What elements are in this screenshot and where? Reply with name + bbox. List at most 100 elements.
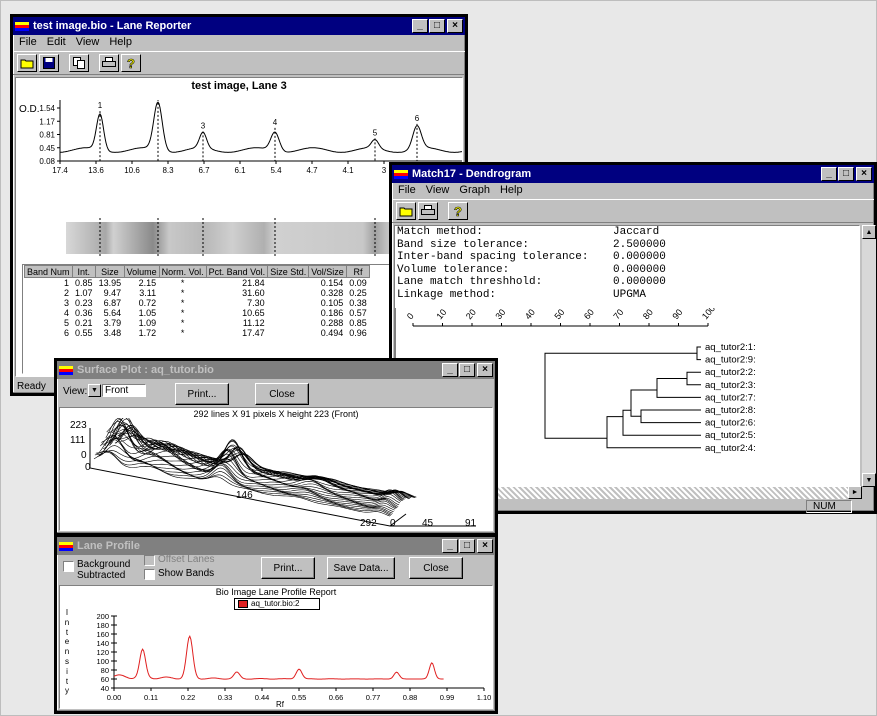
minimize-icon[interactable]: _	[442, 363, 458, 377]
table-cell: 0.21	[75, 318, 93, 328]
menu-help[interactable]: Help	[500, 184, 523, 198]
dendrogram-branch	[656, 378, 701, 398]
lane-profile-titlebar[interactable]: Lane Profile _ □ ×	[57, 537, 495, 555]
table-cell: 5	[64, 318, 70, 328]
maximize-icon[interactable]: □	[459, 539, 475, 553]
column-header[interactable]: Volume	[123, 265, 160, 278]
menu-file[interactable]: File	[398, 184, 416, 198]
scale-tick-label: 80	[641, 308, 655, 321]
scale-tick-label: 0	[405, 311, 416, 321]
column-header[interactable]: Vol/Size	[308, 265, 347, 278]
table-cell: 7.30	[247, 298, 265, 308]
minimize-icon[interactable]: _	[821, 167, 837, 181]
band-table: Band Num Int. Size Volume Norm. Vol. Pct. Ban…	[24, 265, 371, 338]
scroll-up-icon[interactable]: ▲	[862, 225, 876, 239]
column-header[interactable]: Pct. Band Vol.	[205, 265, 269, 278]
close-button[interactable]: Close	[255, 383, 309, 405]
column-header[interactable]: Rf	[345, 265, 371, 278]
column-header[interactable]: Size	[95, 265, 125, 278]
maximize-icon[interactable]: □	[429, 19, 445, 33]
background-subtracted-label: Background Subtracted	[77, 559, 131, 581]
view-dropdown-icon[interactable]: ▼	[88, 384, 101, 397]
print-icon[interactable]	[418, 202, 438, 220]
column-header[interactable]: Size Std.	[267, 265, 310, 278]
parameter-value: 0.000000	[613, 276, 666, 289]
table-cell: 0.105	[320, 298, 344, 308]
svg-text:?: ?	[127, 56, 135, 70]
table-row: 2 1.07 9.47 3.11 * 31.60 0.328 0.25	[25, 288, 370, 298]
lane-reporter-titlebar[interactable]: test image.bio - Lane Reporter _ □ ×	[13, 17, 465, 35]
profile-x-tick-label: 0.00	[107, 693, 122, 702]
minimize-icon[interactable]: _	[412, 19, 428, 33]
surface-plot-area: 292 lines X 91 pixels X height 223 (Fron…	[59, 407, 493, 531]
copy-icon[interactable]	[69, 54, 89, 72]
close-icon[interactable]: ×	[477, 539, 493, 553]
maximize-icon[interactable]: □	[459, 363, 475, 377]
column-header[interactable]: Band Num	[24, 265, 73, 278]
surface-line	[110, 418, 407, 498]
save-data-button[interactable]: Save Data...	[327, 557, 395, 579]
surface-plot-graphic	[89, 418, 476, 527]
menu-bar: File Edit View Help	[13, 35, 465, 51]
open-folder-icon[interactable]	[396, 202, 416, 220]
minimize-icon[interactable]: _	[442, 539, 458, 553]
table-cell: 3.48	[103, 328, 122, 338]
surface-line	[101, 436, 398, 508]
menu-file[interactable]: File	[19, 36, 37, 50]
show-bands-label: Show Bands	[158, 568, 215, 579]
help-icon[interactable]: ?	[448, 202, 468, 220]
surface-plot-window[interactable]: Surface Plot : aq_tutor.bio _ □ × View: …	[54, 358, 498, 536]
maximize-icon[interactable]: □	[838, 167, 854, 181]
table-cell	[268, 318, 309, 328]
leaf-label: aq_tutor2:4:	[705, 443, 756, 454]
column-header[interactable]: Int.	[71, 265, 97, 278]
parameter-row: Linkage method: UPGMA	[397, 289, 666, 302]
background-subtracted-checkbox[interactable]	[63, 561, 74, 572]
menu-view[interactable]: View	[426, 184, 450, 198]
profile-y-tick-label: 80	[101, 666, 109, 675]
close-icon[interactable]: ×	[477, 363, 493, 377]
print-icon[interactable]	[99, 54, 119, 72]
profile-x-tick-label: 0.22	[181, 693, 196, 702]
show-bands-checkbox[interactable]	[144, 569, 155, 580]
surface-plot-titlebar[interactable]: Surface Plot : aq_tutor.bio _ □ ×	[57, 361, 495, 379]
table-cell: 0.25	[349, 288, 367, 298]
table-cell: 0.36	[75, 308, 93, 318]
y-tick-label: 0.08	[39, 157, 55, 166]
open-folder-icon[interactable]	[17, 54, 37, 72]
dendrogram-titlebar[interactable]: Match17 - Dendrogram _ □ ×	[392, 165, 874, 183]
close-icon[interactable]: ×	[447, 19, 463, 33]
menu-view[interactable]: View	[76, 36, 100, 50]
table-cell: 5.64	[103, 308, 122, 318]
view-field[interactable]: Front	[102, 384, 146, 397]
profile-y-tick-label: 100	[96, 657, 109, 666]
print-button[interactable]: Print...	[261, 557, 315, 579]
table-row: 5 0.21 3.79 1.09 * 11.12 0.288 0.85	[25, 318, 370, 328]
close-button[interactable]: Close	[409, 557, 463, 579]
table-row: 4 0.36 5.64 1.05 * 10.65 0.186 0.57	[25, 308, 370, 318]
table-cell: 9.47	[103, 288, 122, 298]
menu-help[interactable]: Help	[109, 36, 132, 50]
surface-depth-axis	[389, 513, 407, 527]
table-cell: 3.79	[103, 318, 122, 328]
table-cell: 1	[64, 278, 70, 288]
x-tick-label: 10.6	[124, 166, 140, 175]
close-icon[interactable]: ×	[856, 167, 872, 181]
scroll-down-icon[interactable]: ▼	[862, 473, 876, 487]
menu-graph[interactable]: Graph	[459, 184, 490, 198]
save-disk-icon[interactable]	[39, 54, 59, 72]
scroll-right-icon[interactable]: ►	[848, 486, 862, 499]
scale-tick-label: 10	[434, 308, 448, 321]
column-header[interactable]: Norm. Vol.	[158, 265, 207, 278]
parameter-label: Volume tolerance:	[397, 263, 510, 276]
parameter-label: Band size tolerance:	[397, 238, 530, 251]
print-button[interactable]: Print...	[175, 383, 229, 405]
menu-edit[interactable]: Edit	[47, 36, 66, 50]
lane-profile-window[interactable]: Lane Profile _ □ × Background Subtracted…	[54, 534, 498, 714]
table-cell: *	[180, 288, 185, 298]
parameter-label: Lane match threshhold:	[397, 276, 543, 289]
table-cell: 0.85	[75, 278, 93, 288]
help-icon[interactable]: ?	[121, 54, 141, 72]
parameter-row: Lane match threshhold: 0.000000	[397, 276, 666, 289]
vertical-scrollbar[interactable]: ▲ ▼	[862, 225, 876, 487]
